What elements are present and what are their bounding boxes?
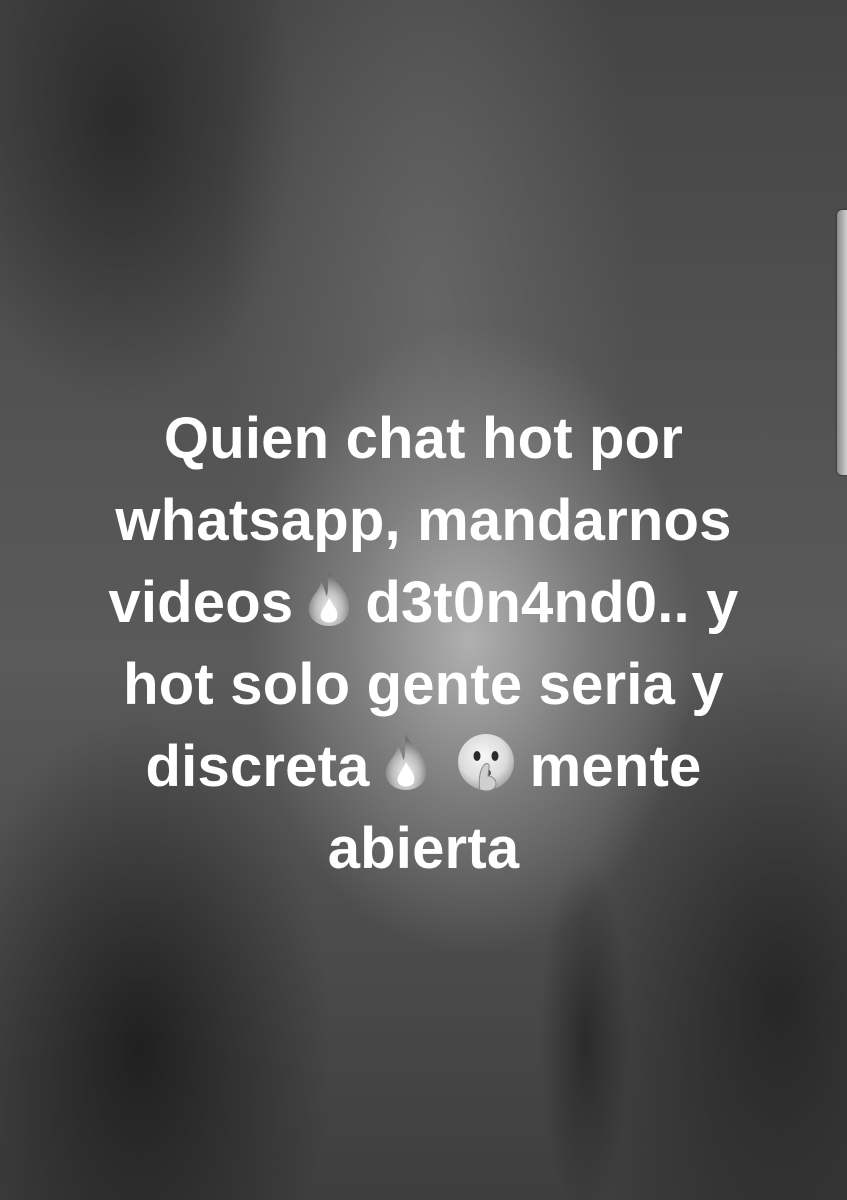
caption-line-6: abierta — [327, 816, 520, 881]
story-background: Quien chat hot por whatsapp, mandarnos v… — [0, 0, 847, 1200]
caption-text-d3t0n4nd0: d3t0n4nd0.. y — [365, 570, 739, 635]
caption-text-mente: mente — [529, 734, 702, 799]
caption-line-2: whatsapp, mandarnos — [115, 488, 732, 553]
caption-line-3: videos d3t0n4nd0.. y — [40, 562, 807, 644]
fire-icon — [380, 732, 432, 792]
shushing-face-icon — [456, 732, 516, 792]
caption-text-videos: videos — [108, 570, 294, 635]
fire-icon — [303, 568, 355, 628]
caption-text-discreta: discreta — [145, 734, 370, 799]
background-shadow — [540, 860, 630, 1200]
caption-line-5: discreta mente — [40, 726, 807, 808]
caption-line-4: hot solo gente seria y — [123, 652, 724, 717]
edge-panel-handle[interactable] — [837, 210, 847, 475]
story-caption: Quien chat hot por whatsapp, mandarnos v… — [40, 398, 807, 890]
caption-line-1: Quien chat hot por — [163, 406, 684, 471]
